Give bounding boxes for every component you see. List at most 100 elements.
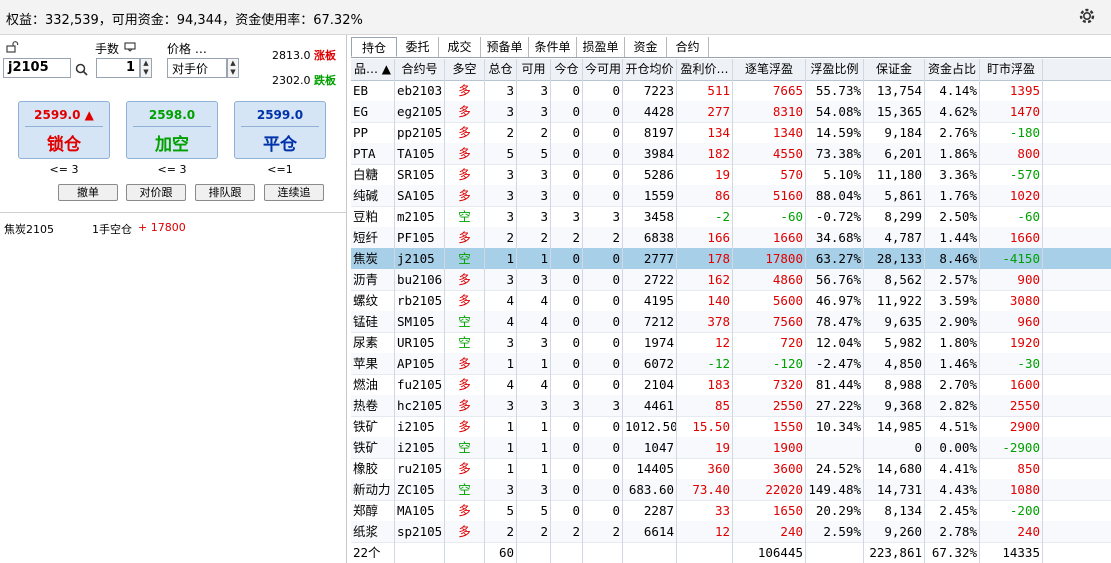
table-row[interactable]: EB eb2103 多 3 3 0 0 7223 511 7665 55.73% 13,754 4.14… xyxy=(351,80,1111,102)
cell-margin: 4,850 xyxy=(864,353,925,374)
cell-contract: i2105 xyxy=(395,416,445,437)
cell-pnl-ratio: 149.48% xyxy=(806,479,864,500)
table-row[interactable]: 热卷 hc2105 多 3 3 3 3 4461 85 2550 27.22% 9,368 2.82% 2… xyxy=(351,395,1111,417)
table-row[interactable]: 沥青 bu2106 多 3 3 0 0 2722 162 4860 56.76% 8,562 2.57%… xyxy=(351,269,1111,291)
table-header[interactable]: 品… ▲ 合约号 多空 总仓 可用 今仓 今可用 开仓均价 盈利价… 逐笔浮盈 浮盈比例 保证金 资金占… xyxy=(351,59,1111,81)
cell-open-avg: 6614 xyxy=(623,521,677,542)
cell-pnl-ratio: 2.59% xyxy=(806,521,864,542)
cell-today-available xyxy=(583,542,623,563)
cell-profit-price xyxy=(677,542,733,563)
cell-fund-ratio: 1.46% xyxy=(925,353,980,374)
cell-today-available: 0 xyxy=(583,311,623,332)
cell-product: 铁矿 xyxy=(351,437,395,458)
cell-pnl-ratio: 88.04% xyxy=(806,185,864,206)
lots-stepper[interactable]: ▲ ▼ xyxy=(140,58,152,78)
tab-bar: 持仓 委托 成交 预备单 条件单 损盈单 资金 合约 xyxy=(351,37,1111,58)
cell-fund-ratio: 1.86% xyxy=(925,143,980,164)
cell-total: 4 xyxy=(485,374,517,395)
table-footer[interactable]: 22个 60 106445 223,861 67.32% 14335 xyxy=(351,542,1111,563)
table-row[interactable]: 豆粕 m2105 空 3 3 3 3 3458 -2 -60 -0.72% 8,299 2.50% -60 xyxy=(351,206,1111,228)
table-row[interactable]: 纸浆 sp2105 多 2 2 2 2 6614 12 240 2.59% 9,260 2.78% 240 xyxy=(351,521,1111,543)
table-row[interactable]: 郑醇 MA105 多 5 5 0 0 2287 33 1650 20.29% 8,134 2.45% -2… xyxy=(351,500,1111,522)
table-row[interactable]: 锰硅 SM105 空 4 4 0 0 7212 378 7560 78.47% 9,635 2.90% 9… xyxy=(351,311,1111,333)
cell-product: PTA xyxy=(351,143,395,164)
cell-available xyxy=(517,542,551,563)
cancel-order-button[interactable]: 撤单 xyxy=(58,184,118,201)
tab-stop-orders[interactable]: 损盈单 xyxy=(577,37,625,57)
table-row[interactable]: 短纤 PF105 多 2 2 2 2 6838 166 1660 34.68% 4,787 1.44% 1… xyxy=(351,227,1111,249)
cell-profit-price: 166 xyxy=(677,227,733,248)
cell-margin: 14,680 xyxy=(864,458,925,479)
cell-today: 2 xyxy=(551,227,583,248)
table-row[interactable]: 橡胶 ru2105 多 1 1 0 0 14405 360 3600 24.52% 14,680 4.4… xyxy=(351,458,1111,480)
continuous-chase-button[interactable]: 连续追 xyxy=(264,184,324,201)
cell-mtm-pnl: 14335 xyxy=(980,542,1043,563)
table-row[interactable]: 燃油 fu2105 多 4 4 0 0 2104 183 7320 81.44% 8,988 2.70%… xyxy=(351,374,1111,396)
table-row[interactable]: EG eg2105 多 3 3 0 0 4428 277 8310 54.08% 15,365 4.62… xyxy=(351,101,1111,123)
table-row[interactable]: 苹果 AP105 多 1 1 0 0 6072 -12 -120 -2.47% 4,850 1.46% -… xyxy=(351,353,1111,375)
tab-funds[interactable]: 资金 xyxy=(625,37,667,57)
unlock-icon[interactable] xyxy=(6,41,19,53)
cell-pnl-ratio: 78.47% xyxy=(806,311,864,332)
cell-mtm-pnl: 240 xyxy=(980,521,1043,542)
cell-today-available: 0 xyxy=(583,458,623,479)
table-row[interactable]: 纯碱 SA105 多 3 3 0 0 1559 86 5160 88.04% 5,861 1.76% 10… xyxy=(351,185,1111,207)
price-stepper[interactable]: ▲ ▼ xyxy=(227,58,239,78)
cell-pnl-ratio: 34.68% xyxy=(806,227,864,248)
upper-limit-label: 涨板 xyxy=(314,49,336,62)
cell-direction: 空 xyxy=(445,479,485,500)
cell-direction: 空 xyxy=(445,248,485,269)
cell-trade-pnl: 1550 xyxy=(733,416,806,437)
cell-available: 4 xyxy=(517,374,551,395)
cell-contract: rb2105 xyxy=(395,290,445,311)
cell-fund-ratio: 4.14% xyxy=(925,80,980,101)
close-count: <=1 xyxy=(267,163,293,176)
table-row[interactable]: 白糖 SR105 多 3 3 0 0 5286 19 570 5.10% 11,180 3.36% -57… xyxy=(351,164,1111,186)
cell-today: 0 xyxy=(551,248,583,269)
cell-profit-price: 33 xyxy=(677,500,733,521)
tab-contracts[interactable]: 合约 xyxy=(667,37,709,57)
lock-count: <= 3 xyxy=(49,163,79,176)
tab-prepared-orders[interactable]: 预备单 xyxy=(481,37,529,57)
contract-input[interactable]: j2105 xyxy=(3,58,71,78)
lock-position-button[interactable]: 2599.0 ▲ 锁仓 xyxy=(18,101,110,159)
cell-direction: 多 xyxy=(445,416,485,437)
cell-total: 1 xyxy=(485,416,517,437)
table-row[interactable]: 螺纹 rb2105 多 4 4 0 0 4195 140 5600 46.97% 11,922 3.59… xyxy=(351,290,1111,312)
table-row[interactable]: 新动力 ZC105 空 3 3 0 0 683.60 73.40 22020 149.48% 14,7… xyxy=(351,479,1111,501)
lots-input[interactable]: 1 xyxy=(96,58,140,78)
cell-mtm-pnl: -570 xyxy=(980,164,1043,185)
cell-available: 3 xyxy=(517,185,551,206)
cell-pnl-ratio: 63.27% xyxy=(806,248,864,269)
tab-trades[interactable]: 成交 xyxy=(439,37,481,57)
gear-icon[interactable] xyxy=(1077,6,1097,26)
cell-open-avg: 1012.50 xyxy=(623,416,677,437)
cell-today: 3 xyxy=(551,206,583,227)
tab-positions[interactable]: 持仓 xyxy=(351,37,397,57)
cell-profit-price: 378 xyxy=(677,311,733,332)
cell-trade-pnl: 1650 xyxy=(733,500,806,521)
table-row[interactable]: PTA TA105 多 5 5 0 0 3984 182 4550 73.38% 6,201 1.86%… xyxy=(351,143,1111,165)
search-icon[interactable] xyxy=(75,63,88,76)
cell-direction: 多 xyxy=(445,122,485,143)
table-row[interactable]: 焦炭 j2105 空 1 1 0 0 2777 178 17800 63.27% 28,133 8.46… xyxy=(351,248,1111,270)
table-row[interactable]: PP pp2105 多 2 2 0 0 8197 134 1340 14.59% 9,184 2.76%… xyxy=(351,122,1111,144)
price-type-select[interactable]: 对手价 xyxy=(167,58,227,78)
queue-follow-button[interactable]: 排队跟 xyxy=(195,184,255,201)
cell-available: 3 xyxy=(517,269,551,290)
counter-price-follow-button[interactable]: 对价跟 xyxy=(126,184,186,201)
table-row[interactable]: 尿素 UR105 空 3 3 0 0 1974 12 720 12.04% 5,982 1.80% 192… xyxy=(351,332,1111,354)
lots-menu-icon[interactable] xyxy=(124,42,136,52)
close-price: 2599.0 xyxy=(256,108,304,122)
cell-product: 短纤 xyxy=(351,227,395,248)
table-row[interactable]: 铁矿 i2105 空 1 1 0 0 1047 19 1900 0 0.00% -2900 xyxy=(351,437,1111,459)
tab-conditional-orders[interactable]: 条件单 xyxy=(529,37,577,57)
add-short-button[interactable]: 2598.0 加空 xyxy=(126,101,218,159)
close-position-button[interactable]: 2599.0 平仓 xyxy=(234,101,326,159)
cell-today: 0 xyxy=(551,80,583,101)
cell-margin: 5,982 xyxy=(864,332,925,353)
tab-orders[interactable]: 委托 xyxy=(397,37,439,57)
table-row[interactable]: 铁矿 i2105 多 1 1 0 0 1012.50 15.50 1550 10.34% 14,985… xyxy=(351,416,1111,438)
order-panel: 手数 价格 … 2813.0 涨板 j2105 1 ▲ ▼ 对手价 ▲ ▼ 2302… xyxy=(0,35,347,563)
cell-product: 锰硅 xyxy=(351,311,395,332)
